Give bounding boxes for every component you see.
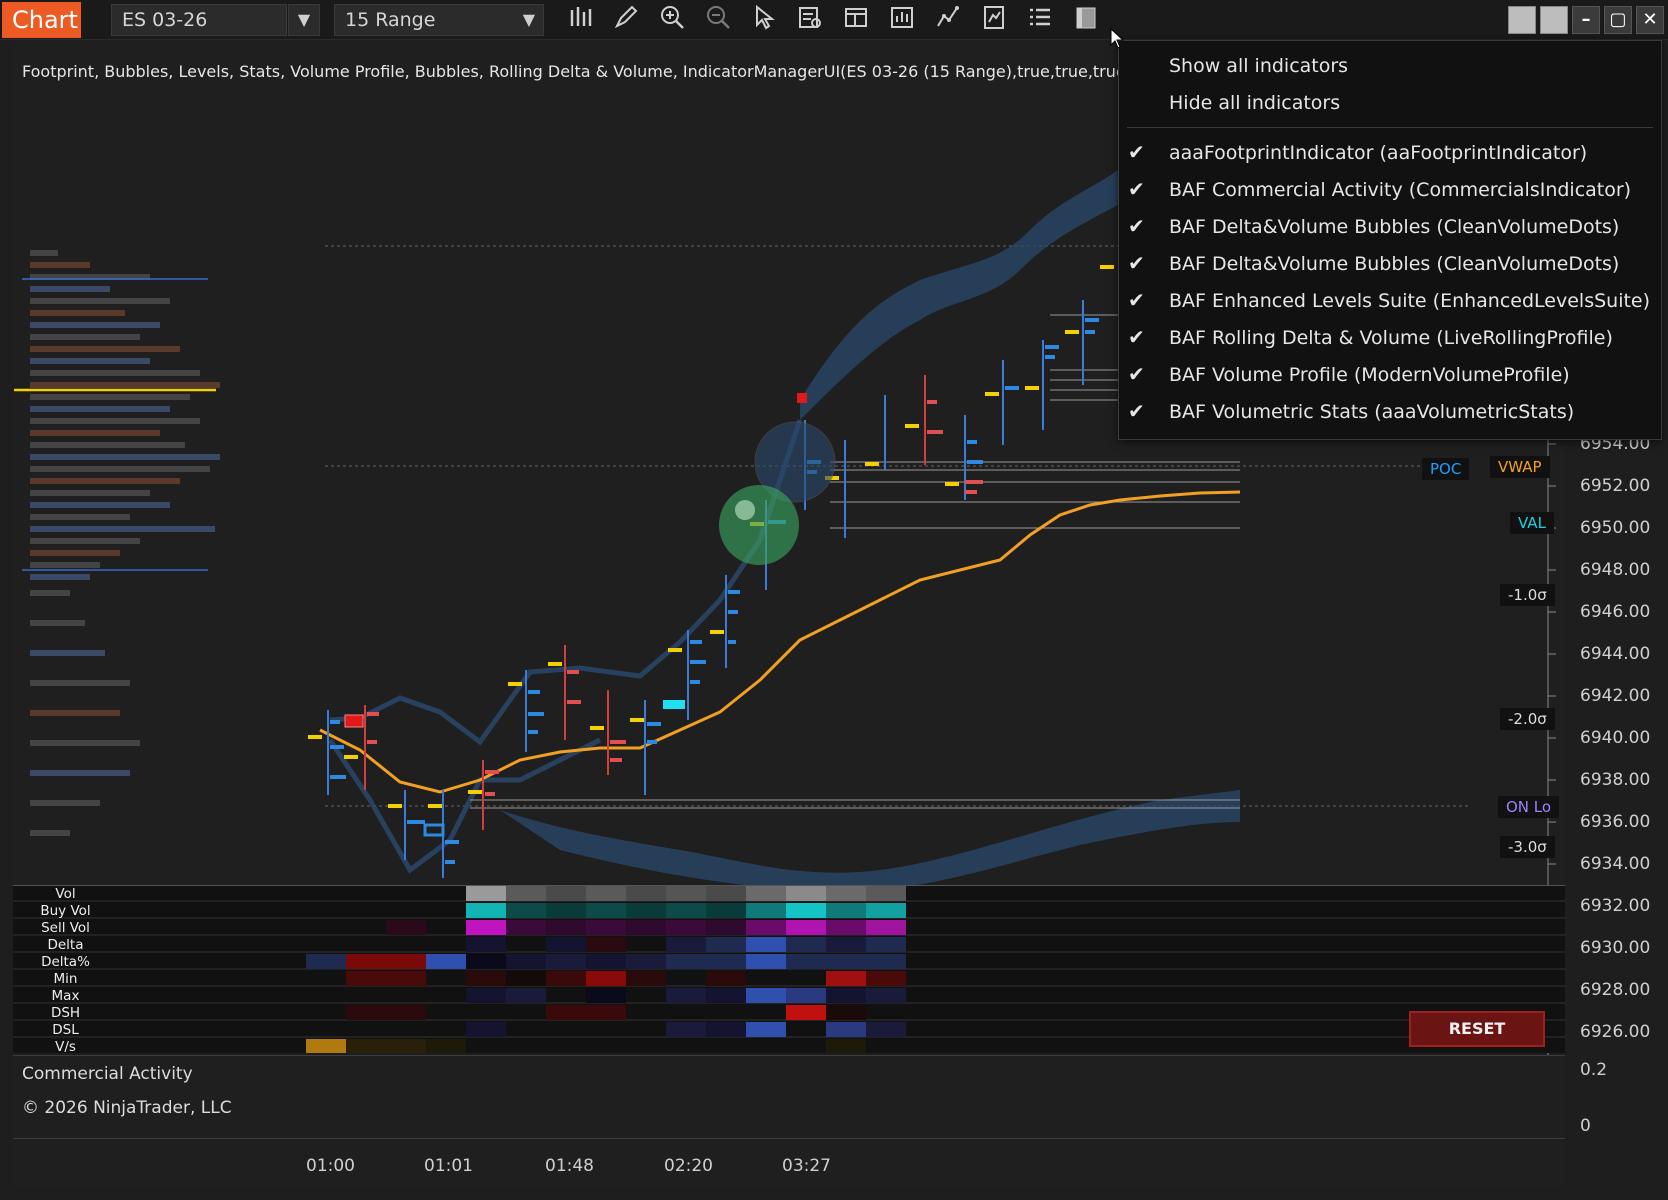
panel-title: Commercial Activity <box>22 1064 193 1084</box>
indicator-item[interactable]: BAF Delta&Volume Bubbles (CleanVolumeDot… <box>1169 216 1619 238</box>
reset-button[interactable]: RESET <box>1409 1011 1545 1047</box>
indicator-item[interactable]: aaaFootprintIndicator (aaFootprintIndica… <box>1169 142 1587 164</box>
stat-label-dsh: DSH <box>50 1005 81 1021</box>
hide-all-indicators-item[interactable]: Hide all indicators <box>1169 92 1340 114</box>
indicator-item[interactable]: BAF Rolling Delta & Volume (LiveRollingP… <box>1169 327 1613 349</box>
stat-label-min: Min <box>53 971 78 987</box>
time-label: 03:27 <box>782 1156 831 1176</box>
check-icon: ✔ <box>1128 177 1145 201</box>
copyright-text: © 2026 NinjaTrader, LLC <box>22 1098 232 1118</box>
check-icon: ✔ <box>1128 288 1145 312</box>
stat-label-max: Max <box>51 988 80 1004</box>
indicator-item[interactable]: BAF Volumetric Stats (aaaVolumetricStats… <box>1169 401 1574 423</box>
show-all-indicators-item[interactable]: Show all indicators <box>1169 55 1348 77</box>
indicator-visibility-menu: Show all indicators Hide all indicators … <box>1118 40 1662 440</box>
time-label: 01:00 <box>306 1156 355 1176</box>
time-label: 02:20 <box>664 1156 713 1176</box>
time-label: 01:48 <box>545 1156 594 1176</box>
check-icon: ✔ <box>1128 399 1145 423</box>
check-icon: ✔ <box>1128 214 1145 238</box>
lower-axis-label: 0 <box>1580 1116 1591 1136</box>
stat-label-delta-pct: Delta% <box>41 954 90 970</box>
lower-axis-label: 0.2 <box>1580 1060 1608 1080</box>
stat-label-delta: Delta <box>47 937 84 953</box>
stat-label-vol: Vol <box>55 886 76 902</box>
mouse-cursor-icon <box>1110 28 1125 49</box>
check-icon: ✔ <box>1128 251 1145 275</box>
stat-label-vs: V/s <box>55 1039 76 1055</box>
indicator-item[interactable]: BAF Enhanced Levels Suite (EnhancedLevel… <box>1169 290 1650 312</box>
stat-label-dsl: DSL <box>52 1022 79 1038</box>
stat-label-sell-vol: Sell Vol <box>41 920 90 936</box>
time-label: 01:01 <box>424 1156 473 1176</box>
check-icon: ✔ <box>1128 325 1145 349</box>
commercial-activity-panel <box>13 1055 1565 1138</box>
stat-label-buy-vol: Buy Vol <box>40 903 91 919</box>
indicator-item[interactable]: BAF Delta&Volume Bubbles (CleanVolumeDot… <box>1169 253 1619 275</box>
check-icon: ✔ <box>1128 140 1145 164</box>
indicator-item[interactable]: BAF Commercial Activity (CommercialsIndi… <box>1169 179 1631 201</box>
menu-separator <box>1127 127 1653 128</box>
check-icon: ✔ <box>1128 362 1145 386</box>
indicator-item[interactable]: BAF Volume Profile (ModernVolumeProfile) <box>1169 364 1570 386</box>
